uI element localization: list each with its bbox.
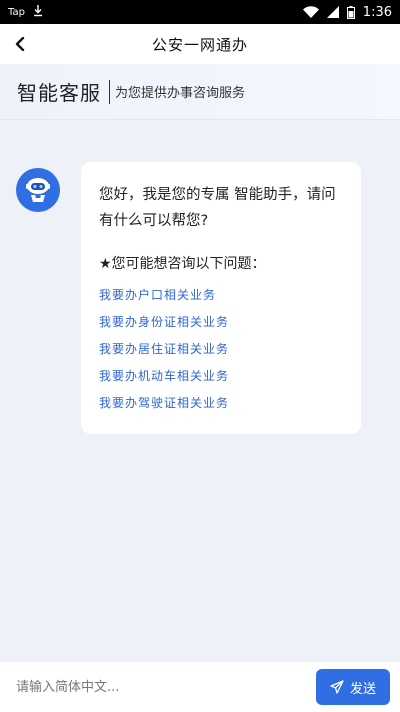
app-label: Tap — [8, 6, 25, 18]
greeting-text: 您好，我是您的专属 智能助手，请问有什么可以帮您? — [99, 187, 336, 229]
status-left: Tap — [8, 4, 43, 20]
page-title: 公安一网通办 — [151, 35, 248, 54]
screen: Tap 1:36 公安一网通办 智能客服 为您提供办事咨询服务 您好，我是您的专… — [0, 0, 400, 712]
message-input[interactable] — [16, 669, 316, 705]
banner-divider — [109, 79, 110, 104]
suggestion-link-residence-permit[interactable]: 我要办居住证相关业务 — [99, 336, 343, 363]
send-button[interactable]: 发送 — [316, 669, 390, 705]
paper-plane-icon — [330, 680, 344, 694]
banner-title: 智能客服 — [17, 81, 101, 105]
battery-icon — [346, 5, 355, 19]
title-bar: 公安一网通办 — [0, 24, 400, 64]
suggestion-link-hukou[interactable]: 我要办户口相关业务 — [99, 282, 343, 309]
send-button-label: 发送 — [349, 681, 376, 697]
banner-subtitle: 为您提供办事咨询服务 — [115, 86, 246, 101]
signal-icon — [326, 6, 339, 18]
status-bar: Tap 1:36 — [0, 0, 400, 24]
input-bar: 发送 — [0, 662, 400, 712]
chevron-left-icon — [15, 37, 25, 51]
wifi-icon — [302, 6, 319, 18]
robot-icon — [26, 178, 50, 202]
suggestion-link-id-card[interactable]: 我要办身份证相关业务 — [99, 309, 343, 336]
back-button[interactable] — [4, 28, 36, 60]
suggestion-prompt: ★您可能想咨询以下问题： — [99, 256, 266, 272]
suggestion-list: 我要办户口相关业务 我要办身份证相关业务 我要办居住证相关业务 我要办机动车相关… — [99, 282, 343, 417]
download-icon — [33, 4, 43, 20]
bot-avatar — [16, 168, 60, 212]
status-right: 1:36 — [302, 4, 392, 20]
bot-message-bubble: 您好，我是您的专属 智能助手，请问有什么可以帮您? ★您可能想咨询以下问题： 我… — [81, 162, 361, 434]
service-banner: 智能客服 为您提供办事咨询服务 — [0, 64, 400, 120]
suggestion-link-driver-license[interactable]: 我要办驾驶证相关业务 — [99, 390, 343, 417]
clock: 1:36 — [362, 4, 392, 20]
suggestion-link-vehicle[interactable]: 我要办机动车相关业务 — [99, 363, 343, 390]
